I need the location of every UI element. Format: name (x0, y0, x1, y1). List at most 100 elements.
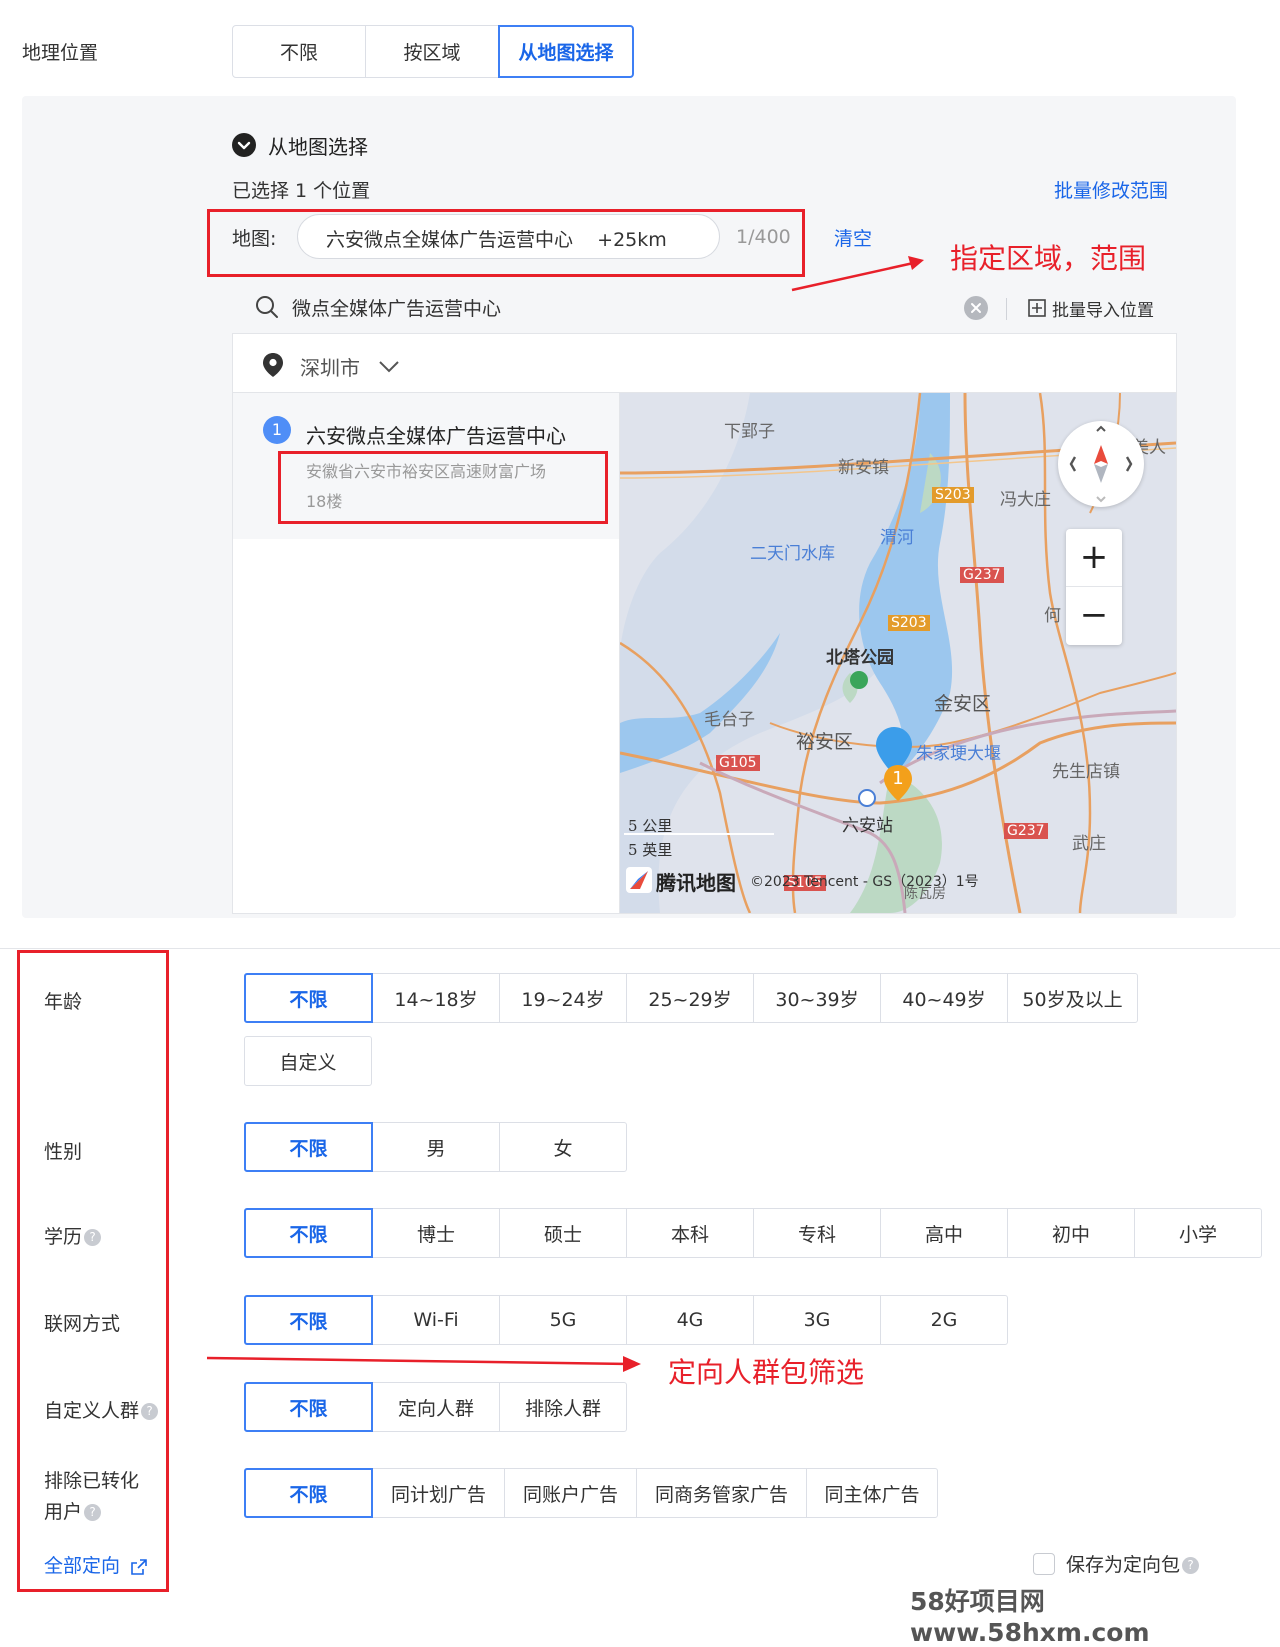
education-option-phd[interactable]: 博士 (372, 1208, 500, 1258)
map-label-xiayingzi: 下郢子 (724, 422, 775, 442)
map-label-fengdazhuang: 冯大庄 (1000, 490, 1051, 510)
map-label-ertianmen: 二天门水库 (750, 544, 835, 564)
search-icon (255, 295, 279, 323)
custom-crowd-option-exclude[interactable]: 排除人群 (499, 1382, 627, 1432)
zoom-control: + − (1066, 529, 1122, 645)
network-option-4g[interactable]: 4G (626, 1295, 754, 1345)
network-option-2g[interactable]: 2G (880, 1295, 1008, 1345)
map-road-g237-a: G237 (960, 567, 1004, 583)
age-option-19-24[interactable]: 19~24岁 (499, 973, 627, 1023)
network-option-3g[interactable]: 3G (753, 1295, 881, 1345)
annotation-region-text: 指定区域，范围 (950, 242, 1147, 275)
gender-option-unlimited[interactable]: 不限 (244, 1122, 373, 1172)
age-option-40-49[interactable]: 40~49岁 (880, 973, 1008, 1023)
result-name: 六安微点全媒体广告运营中心 (306, 424, 566, 448)
batch-modify-range-link[interactable]: 批量修改范围 (1054, 176, 1168, 203)
education-option-middleschool[interactable]: 初中 (1007, 1208, 1135, 1258)
compass-control[interactable] (1058, 421, 1144, 507)
gender-option-male[interactable]: 男 (372, 1122, 500, 1172)
map-road-g105: G105 (716, 755, 760, 771)
map-label-yuan: 裕安区 (796, 731, 854, 753)
network-option-unlimited[interactable]: 不限 (244, 1295, 373, 1345)
location-marker-1[interactable]: 1 (882, 763, 914, 803)
map-view[interactable]: 下郢子 新安镇 S203 冯大庄 美人 渭河 二天门水库 G237 S203 何… (620, 393, 1176, 913)
exclude-option-same-entity[interactable]: 同主体广告 (806, 1468, 938, 1518)
annotation-box-address (278, 451, 608, 524)
age-option-custom[interactable]: 自定义 (244, 1036, 372, 1086)
annotation-arrow-region (791, 256, 924, 292)
map-road-s203-a: S203 (932, 487, 974, 503)
age-segmented: 不限 14~18岁 19~24岁 25~29岁 30~39岁 40~49岁 50… (244, 973, 1138, 1023)
map-select-title: 从地图选择 (268, 135, 368, 159)
divider (1006, 298, 1007, 320)
age-option-unlimited[interactable]: 不限 (244, 973, 373, 1023)
clear-search-icon[interactable] (964, 296, 988, 320)
map-label-weihe: 渭河 (880, 528, 914, 548)
network-segmented: 不限 Wi-Fi 5G 4G 3G 2G (244, 1295, 1008, 1345)
scale-mile: 5 英里 (628, 841, 673, 859)
watermark: 58好项目网www.58hxm.com (910, 1587, 1150, 1647)
age-option-30-39[interactable]: 30~39岁 (753, 973, 881, 1023)
map-brand: 腾讯地图 (656, 871, 736, 895)
location-option-map[interactable]: 从地图选择 (498, 25, 634, 78)
location-option-region[interactable]: 按区域 (365, 25, 499, 78)
custom-crowd-segmented: 不限 定向人群 排除人群 (244, 1382, 627, 1432)
education-option-primary[interactable]: 小学 (1134, 1208, 1262, 1258)
education-segmented: 不限 博士 硕士 本科 专科 高中 初中 小学 (244, 1208, 1262, 1258)
help-icon[interactable]: ? (1182, 1557, 1200, 1574)
annotation-box-labels (17, 950, 169, 1592)
selected-count: 已选择 1 个位置 (232, 180, 371, 202)
education-option-unlimited[interactable]: 不限 (244, 1208, 373, 1258)
network-option-5g[interactable]: 5G (499, 1295, 627, 1345)
compass-icon (1069, 425, 1133, 503)
exclude-option-same-plan[interactable]: 同计划广告 (372, 1468, 505, 1518)
chevron-down-icon[interactable] (378, 358, 400, 378)
zoom-in-button[interactable]: + (1066, 529, 1122, 587)
custom-crowd-option-unlimited[interactable]: 不限 (244, 1382, 373, 1432)
map-label-xinanzhen: 新安镇 (838, 458, 889, 478)
age-option-25-29[interactable]: 25~29岁 (626, 973, 754, 1023)
age-option-50-plus[interactable]: 50岁及以上 (1007, 973, 1138, 1023)
location-option-unlimited[interactable]: 不限 (232, 25, 366, 78)
exclude-option-same-business-manager[interactable]: 同商务管家广告 (636, 1468, 807, 1518)
station-icon (858, 789, 876, 807)
network-option-wifi[interactable]: Wi-Fi (372, 1295, 500, 1345)
map-label-liuan-station: 六安站 (842, 816, 893, 836)
gender-option-female[interactable]: 女 (499, 1122, 627, 1172)
scale-bar (624, 833, 774, 835)
park-icon (850, 671, 868, 689)
education-option-bachelor[interactable]: 本科 (626, 1208, 754, 1258)
save-package-label: 保存为定向包? (1066, 1550, 1200, 1577)
annotation-crowd-text: 定向人群包筛选 (668, 1356, 865, 1389)
zoom-out-button[interactable]: − (1066, 587, 1122, 645)
age-custom-group: 自定义 (244, 1036, 372, 1086)
age-option-14-18[interactable]: 14~18岁 (372, 973, 500, 1023)
batch-import-button[interactable]: 批量导入位置 (1052, 296, 1154, 321)
custom-crowd-option-include[interactable]: 定向人群 (372, 1382, 500, 1432)
education-option-highschool[interactable]: 高中 (880, 1208, 1008, 1258)
map-label-xianshengdian: 先生店镇 (1052, 762, 1120, 782)
batch-import-icon (1027, 298, 1047, 322)
map-road-s203-b: S203 (888, 615, 930, 631)
map-label-maotaizi: 毛台子 (704, 710, 755, 730)
save-package-checkbox[interactable] (1033, 1553, 1055, 1575)
location-segmented: 不限 按区域 从地图选择 (232, 25, 634, 78)
save-package-text: 保存为定向包 (1066, 1554, 1181, 1576)
city-selector[interactable]: 深圳市 (300, 352, 360, 381)
map-label-he: 何 (1044, 606, 1061, 626)
search-input[interactable]: 微点全媒体广告运营中心 (292, 294, 501, 321)
marker-index: 1 (892, 768, 904, 789)
map-road-g237-b: G237 (1004, 823, 1048, 839)
education-option-master[interactable]: 硕士 (499, 1208, 627, 1258)
location-label: 地理位置 (22, 42, 99, 64)
exclude-option-same-account[interactable]: 同账户广告 (504, 1468, 637, 1518)
tencent-map-logo-icon (626, 867, 652, 893)
collapse-icon[interactable] (232, 133, 256, 157)
exclude-segmented: 不限 同计划广告 同账户广告 同商务管家广告 同主体广告 (244, 1468, 938, 1518)
map-copyright: ©2023 Tencent - GS（2023）1号 (750, 874, 979, 890)
education-option-college[interactable]: 专科 (753, 1208, 881, 1258)
exclude-option-unlimited[interactable]: 不限 (244, 1468, 373, 1518)
map-label-zhujiageng: 朱家埂大堰 (916, 744, 1001, 764)
annotation-box-map-chip (207, 209, 805, 277)
clear-button[interactable]: 清空 (834, 224, 872, 251)
